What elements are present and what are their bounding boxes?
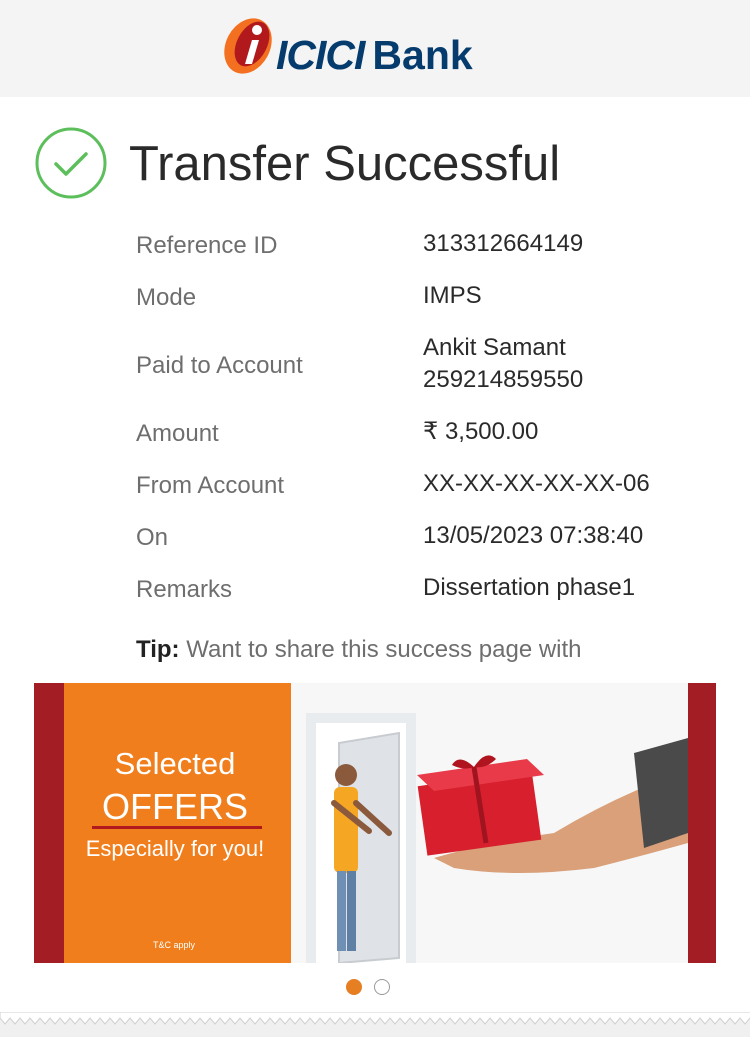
- tip-text: Want to share this success page with: [186, 636, 582, 663]
- detail-value: 313312664149: [423, 230, 584, 257]
- detail-label: Reference ID: [136, 232, 278, 259]
- detail-value: XX-XX-XX-XX-XX-06: [423, 470, 650, 497]
- brand-name: ICICI Bank: [276, 32, 473, 78]
- detail-label: Amount: [136, 420, 219, 447]
- detail-label: Remarks: [136, 576, 233, 603]
- carousel-dot-inactive[interactable]: [374, 979, 390, 995]
- detail-value: IMPS: [423, 282, 482, 309]
- icici-logo-mark-icon: [224, 18, 272, 74]
- banner-line-3: Especially for you!: [86, 836, 265, 861]
- detail-label: Paid to Account: [136, 352, 303, 379]
- detail-value: 13/05/2023 07:38:40: [423, 522, 644, 549]
- tip-prefix: Tip:: [136, 636, 180, 663]
- icici-bank-logo: ICICI Bank: [222, 14, 532, 78]
- offers-banner-art: Selected OFFERS Especially for you! T&C …: [34, 683, 716, 963]
- share-tip: Tip: Want to share this success page wit…: [136, 636, 582, 664]
- detail-value-name: Ankit Samant: [423, 334, 566, 361]
- detail-value-account: 259214859550: [423, 366, 584, 393]
- detail-label: From Account: [136, 472, 285, 499]
- banner-line-2: OFFERS: [102, 786, 248, 827]
- page-title: Transfer Successful: [129, 137, 561, 191]
- banner-fineprint: T&C apply: [153, 940, 196, 950]
- receipt-edge: [0, 1012, 750, 1037]
- carousel-indicator: [346, 979, 396, 999]
- check-circle-icon: [35, 127, 107, 199]
- detail-label: On: [136, 524, 169, 551]
- detail-value: Dissertation phase1: [423, 574, 636, 601]
- banner-line-1: Selected: [115, 746, 236, 781]
- offers-banner[interactable]: Selected OFFERS Especially for you! T&C …: [34, 683, 716, 963]
- carousel-dot-active[interactable]: [346, 979, 362, 995]
- detail-value: ₹ 3,500.00: [423, 418, 539, 445]
- status-header: Transfer Successful: [34, 126, 734, 202]
- detail-label: Mode: [136, 284, 197, 311]
- app-header: ICICI Bank: [0, 0, 750, 97]
